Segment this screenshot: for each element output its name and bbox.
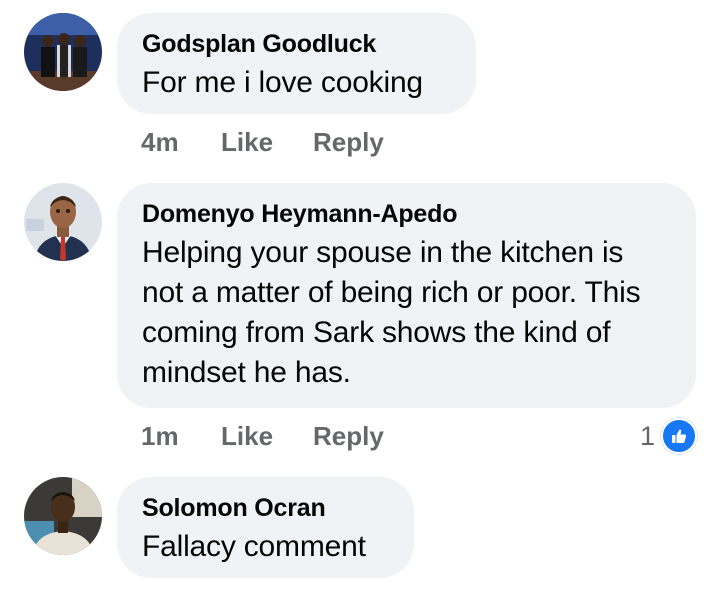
comment-text: Fallacy comment [142,530,366,563]
comment-author[interactable]: Godsplan Goodluck [142,29,448,59]
like-button[interactable]: Like [221,127,273,158]
comment-bubble: Solomon Ocran Fallacy comment [117,477,414,578]
thumbs-up-icon [661,418,698,454]
avatar[interactable] [24,183,102,261]
comment-author[interactable]: Solomon Ocran [142,493,386,523]
reply-button[interactable]: Reply [313,421,384,452]
reaction-summary[interactable]: 1 [640,418,698,454]
comment-bubble: Godsplan Goodluck For me i love cooking [117,13,476,114]
avatar[interactable] [24,13,102,91]
comment-text: For me i love cooking [142,66,423,99]
reply-button[interactable]: Reply [313,127,384,158]
comment-time[interactable]: 1m [141,421,179,452]
comment-author[interactable]: Domenyo Heymann-Apedo [142,199,668,229]
reaction-count: 1 [640,420,656,451]
comment-text: Helping your spouse in the kitchen is no… [142,236,641,389]
comment-bubble: Domenyo Heymann-Apedo Helping your spous… [117,183,696,408]
like-button[interactable]: Like [221,421,273,452]
avatar[interactable] [24,477,102,555]
comment-time[interactable]: 4m [141,127,179,158]
